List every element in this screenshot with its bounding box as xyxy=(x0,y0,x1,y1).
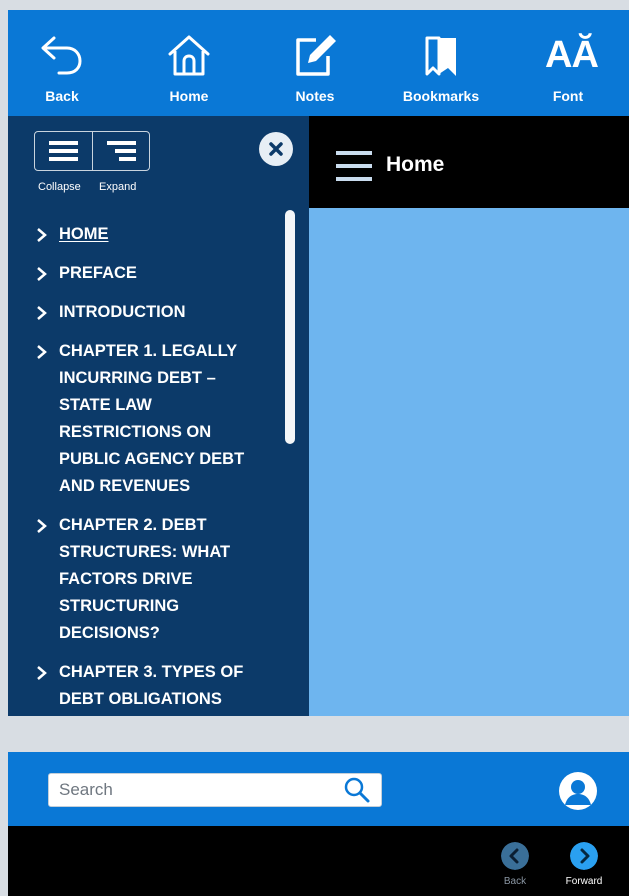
bookmarks-button[interactable]: Bookmarks xyxy=(391,32,491,112)
toc-scrollbar[interactable] xyxy=(285,210,295,444)
hamburger-icon[interactable] xyxy=(336,149,372,183)
home-button[interactable]: Home xyxy=(139,32,239,112)
top-toolbar: Back Home Notes Bookmarks AĂ Font xyxy=(8,10,629,116)
undo-arrow-icon xyxy=(41,36,82,75)
toc-item-label: HOME xyxy=(59,225,109,243)
toc-item-label: INTRODUCTION xyxy=(59,303,186,321)
bookmark-icon xyxy=(425,36,456,76)
back-label: Back xyxy=(45,88,79,104)
toc-item-preface[interactable]: PREFACE xyxy=(8,255,284,294)
search-box xyxy=(48,773,382,807)
chevron-right-icon xyxy=(37,519,47,533)
notes-label: Notes xyxy=(295,88,335,104)
content-header: Home xyxy=(309,116,629,208)
chevron-right-icon xyxy=(37,267,47,281)
footer-back-button[interactable]: Back xyxy=(490,842,540,896)
user-icon xyxy=(565,780,591,805)
search-bar xyxy=(8,752,629,826)
page-title: Home xyxy=(386,153,445,176)
collapse-label: Collapse xyxy=(38,181,81,193)
home-label: Home xyxy=(169,88,209,104)
font-size-icon: AĂ xyxy=(545,34,599,76)
footer-forward-label: Forward xyxy=(565,876,603,887)
bookmarks-label: Bookmarks xyxy=(402,88,480,104)
expand-list-icon xyxy=(107,141,136,161)
toc-sidebar: Collapse Expand HOME PREFACE INTRODUCTIO… xyxy=(8,116,309,716)
close-icon xyxy=(269,142,283,156)
toc-list: HOME PREFACE INTRODUCTION CHAPTER 1. LEG… xyxy=(8,216,284,716)
content-pane: Home xyxy=(309,116,629,716)
chevron-right-icon xyxy=(37,306,47,320)
expand-button[interactable] xyxy=(93,132,150,170)
app-frame: Back Home Notes Bookmarks AĂ Font Collap… xyxy=(8,10,629,716)
toc-item-introduction[interactable]: INTRODUCTION xyxy=(8,294,284,333)
toc-item-home[interactable]: HOME xyxy=(8,216,284,255)
expand-label: Expand xyxy=(99,181,137,193)
collapse-list-icon xyxy=(49,141,78,161)
toc-item-label: PREFACE xyxy=(59,264,137,282)
collapse-button[interactable] xyxy=(35,132,92,170)
footer-nav: Back Forward xyxy=(8,826,629,896)
footer-back-label: Back xyxy=(503,876,527,887)
chevron-right-icon xyxy=(37,228,47,242)
font-button[interactable]: AĂ Font xyxy=(518,32,618,112)
toc-item-label: CHAPTER 2. DEBT STRUCTURES: WHAT FACTORS… xyxy=(59,516,231,642)
footer-forward-button[interactable]: Forward xyxy=(559,842,609,896)
notes-button[interactable]: Notes xyxy=(265,32,365,112)
toc-item-chapter-2[interactable]: CHAPTER 2. DEBT STRUCTURES: WHAT FACTORS… xyxy=(8,507,284,654)
font-label: Font xyxy=(552,88,584,104)
chevron-right-icon xyxy=(37,666,47,680)
chevron-right-icon xyxy=(570,842,598,870)
back-button[interactable]: Back xyxy=(12,32,112,112)
home-icon xyxy=(168,35,210,76)
chevron-left-icon xyxy=(501,842,529,870)
toc-item-label: CHAPTER 1. LEGALLY INCURRING DEBT – STAT… xyxy=(59,342,245,495)
user-account-button[interactable] xyxy=(559,772,597,810)
toc-item-label: CHAPTER 3. TYPES OF DEBT OBLIGATIONS ISS… xyxy=(59,663,244,708)
chevron-right-icon xyxy=(37,345,47,359)
search-input[interactable] xyxy=(59,774,329,806)
close-sidebar-button[interactable] xyxy=(259,132,293,166)
edit-note-icon xyxy=(296,35,336,76)
search-icon[interactable] xyxy=(343,776,371,804)
collapse-expand-toggle xyxy=(34,131,150,171)
toc-item-chapter-1[interactable]: CHAPTER 1. LEGALLY INCURRING DEBT – STAT… xyxy=(8,333,284,507)
toc-item-chapter-3[interactable]: CHAPTER 3. TYPES OF DEBT OBLIGATIONS ISS… xyxy=(8,654,284,716)
